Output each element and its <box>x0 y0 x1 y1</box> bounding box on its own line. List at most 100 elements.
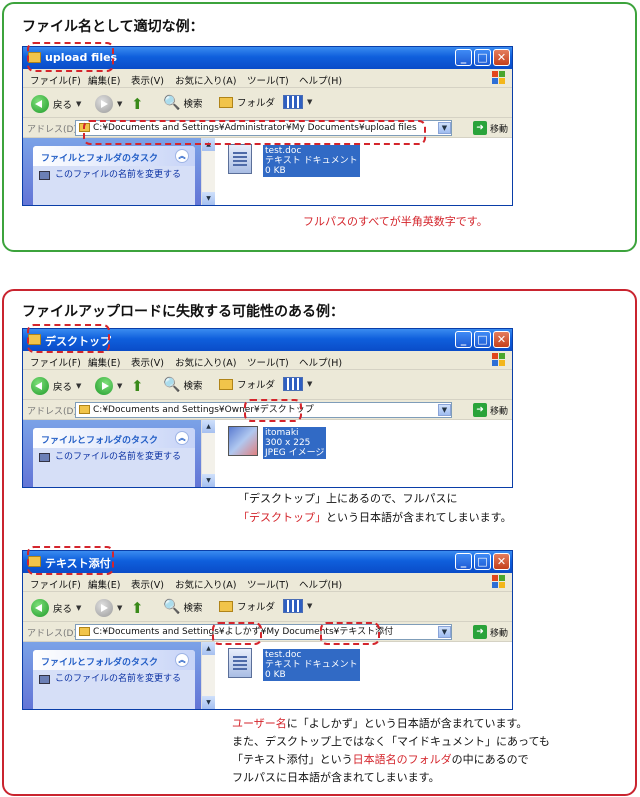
folders-button[interactable]: フォルダ <box>219 95 275 109</box>
menu-help[interactable]: ヘルプ(H) <box>299 577 342 591</box>
menu-tools[interactable]: ツール(T) <box>247 355 289 369</box>
scrollbar[interactable]: ▲ ▼ <box>201 420 215 487</box>
menu-edit[interactable]: 編集(E) <box>88 577 120 591</box>
windows-logo-icon <box>492 71 506 85</box>
minimize-button[interactable]: _ <box>455 49 472 66</box>
file-item-label[interactable]: test.doc テキスト ドキュメント 0 KB <box>263 649 360 681</box>
address-input[interactable]: C:¥Documents and Settings¥よしかず¥My Docume… <box>75 624 452 640</box>
rename-task-link[interactable]: このファイルの名前を変更する <box>33 670 195 684</box>
up-folder-button[interactable]: ⬆ <box>131 377 144 395</box>
search-icon: 🔍 <box>163 95 181 111</box>
up-folder-button[interactable]: ⬆ <box>131 599 144 617</box>
task-header[interactable]: ファイルとフォルダのタスク ︽ <box>33 650 195 670</box>
minimize-button[interactable]: _ <box>455 331 472 348</box>
document-icon[interactable] <box>228 648 252 678</box>
highlight-username <box>212 622 262 645</box>
bad-example-title: ファイルアップロードに失敗する可能性のある例： <box>22 304 344 320</box>
toolbar: 戻る ▼ ▼ ⬆ 🔍 検索 フォルダ ▼ <box>23 88 512 118</box>
scroll-down-icon[interactable]: ▼ <box>202 474 215 487</box>
views-button[interactable]: ▼ <box>283 95 312 109</box>
file-item-label[interactable]: test.doc テキスト ドキュメント 0 KB <box>263 145 360 177</box>
close-button[interactable]: ✕ <box>493 553 510 570</box>
folder-icon <box>79 627 90 636</box>
collapse-icon[interactable]: ︽ <box>175 431 189 445</box>
menu-help[interactable]: ヘルプ(H) <box>299 73 342 87</box>
close-button[interactable]: ✕ <box>493 331 510 348</box>
task-header[interactable]: ファイルとフォルダのタスク ︽ <box>33 146 195 166</box>
folder-icon <box>219 96 233 108</box>
views-button[interactable]: ▼ <box>283 377 312 391</box>
bad-note-1-line-2: 「デスクトップ」という日本語が含まれてしまいます。 <box>238 511 512 524</box>
folders-button[interactable]: フォルダ <box>219 599 275 613</box>
address-label: アドレス(D) <box>27 125 77 135</box>
scrollbar[interactable]: ▲ ▼ <box>201 138 215 205</box>
forward-button[interactable]: ▼ <box>95 95 122 113</box>
menu-tools[interactable]: ツール(T) <box>247 73 289 87</box>
good-example-title: ファイル名として適切な例： <box>22 19 204 35</box>
menu-view[interactable]: 表示(V) <box>131 355 164 369</box>
forward-button[interactable]: ▼ <box>95 599 122 617</box>
maximize-button[interactable]: □ <box>474 553 491 570</box>
address-dropdown-button[interactable]: ▼ <box>438 122 451 134</box>
collapse-icon[interactable]: ︽ <box>175 149 189 163</box>
file-type: テキスト ドキュメント <box>265 156 358 166</box>
task-header[interactable]: ファイルとフォルダのタスク ︽ <box>33 428 195 448</box>
address-dropdown-button[interactable]: ▼ <box>438 404 451 416</box>
maximize-button[interactable]: □ <box>474 331 491 348</box>
back-button[interactable]: 戻る ▼ <box>31 599 81 617</box>
file-dimensions: 300 x 225 <box>265 438 311 448</box>
back-button[interactable]: 戻る ▼ <box>31 377 81 395</box>
menu-favorites[interactable]: お気に入り(A) <box>175 73 236 87</box>
menu-view[interactable]: 表示(V) <box>131 577 164 591</box>
menu-favorites[interactable]: お気に入り(A) <box>175 577 236 591</box>
menu-view[interactable]: 表示(V) <box>131 73 164 87</box>
scroll-up-icon[interactable]: ▲ <box>202 642 215 655</box>
file-size: 0 KB <box>265 166 286 176</box>
views-button[interactable]: ▼ <box>283 599 312 613</box>
minimize-button[interactable]: _ <box>455 553 472 570</box>
menu-help[interactable]: ヘルプ(H) <box>299 355 342 369</box>
menu-file[interactable]: ファイル(F) <box>30 577 81 591</box>
go-button[interactable]: ➜ 移動 <box>472 403 508 417</box>
back-button[interactable]: 戻る ▼ <box>31 95 81 113</box>
menu-favorites[interactable]: お気に入り(A) <box>175 355 236 369</box>
maximize-button[interactable]: □ <box>474 49 491 66</box>
search-icon: 🔍 <box>163 377 181 393</box>
menu-edit[interactable]: 編集(E) <box>88 73 120 87</box>
rename-task-link[interactable]: このファイルの名前を変更する <box>33 166 195 180</box>
address-label: アドレス(D) <box>27 629 77 639</box>
scrollbar[interactable]: ▲ ▼ <box>201 642 215 709</box>
menu-bar: ファイル(F) 編集(E) 表示(V) お気に入り(A) ツール(T) ヘルプ(… <box>23 351 512 370</box>
scroll-down-icon[interactable]: ▼ <box>202 696 215 709</box>
forward-arrow-icon <box>95 95 113 113</box>
collapse-icon[interactable]: ︽ <box>175 653 189 667</box>
search-button[interactable]: 🔍 検索 <box>163 377 202 393</box>
go-button[interactable]: ➜ 移動 <box>472 625 508 639</box>
image-file-icon[interactable] <box>228 426 258 456</box>
up-arrow-icon: ⬆ <box>131 95 144 113</box>
menu-file[interactable]: ファイル(F) <box>30 355 81 369</box>
highlight-text-attach-folder <box>320 622 380 645</box>
rename-task-link[interactable]: このファイルの名前を変更する <box>33 448 195 462</box>
toolbar: 戻る ▼ ▼ ⬆ 🔍 検索 フォルダ ▼ <box>23 370 512 400</box>
search-button[interactable]: 🔍 検索 <box>163 95 202 111</box>
menu-file[interactable]: ファイル(F) <box>30 73 81 87</box>
close-button[interactable]: ✕ <box>493 49 510 66</box>
scroll-down-icon[interactable]: ▼ <box>202 192 215 205</box>
forward-button[interactable]: ▼ <box>95 377 122 395</box>
folder-icon <box>79 405 90 414</box>
highlight-title <box>27 546 114 575</box>
scroll-up-icon[interactable]: ▲ <box>202 420 215 433</box>
menu-tools[interactable]: ツール(T) <box>247 577 289 591</box>
document-icon[interactable] <box>228 144 252 174</box>
go-button[interactable]: ➜ 移動 <box>472 121 508 135</box>
menu-edit[interactable]: 編集(E) <box>88 355 120 369</box>
highlight-address <box>83 120 426 145</box>
address-dropdown-button[interactable]: ▼ <box>438 626 451 638</box>
up-folder-button[interactable]: ⬆ <box>131 95 144 113</box>
folders-button[interactable]: フォルダ <box>219 377 275 391</box>
file-item-label[interactable]: itomaki 300 x 225 JPEG イメージ <box>263 427 327 459</box>
search-button[interactable]: 🔍 検索 <box>163 599 202 615</box>
folder-content: ファイルとフォルダのタスク ︽ このファイルの名前を変更する ▲ ▼ test.do… <box>23 138 512 205</box>
address-bar: アドレス(D) C:¥Documents and Settings¥よしかず¥M… <box>23 622 512 642</box>
